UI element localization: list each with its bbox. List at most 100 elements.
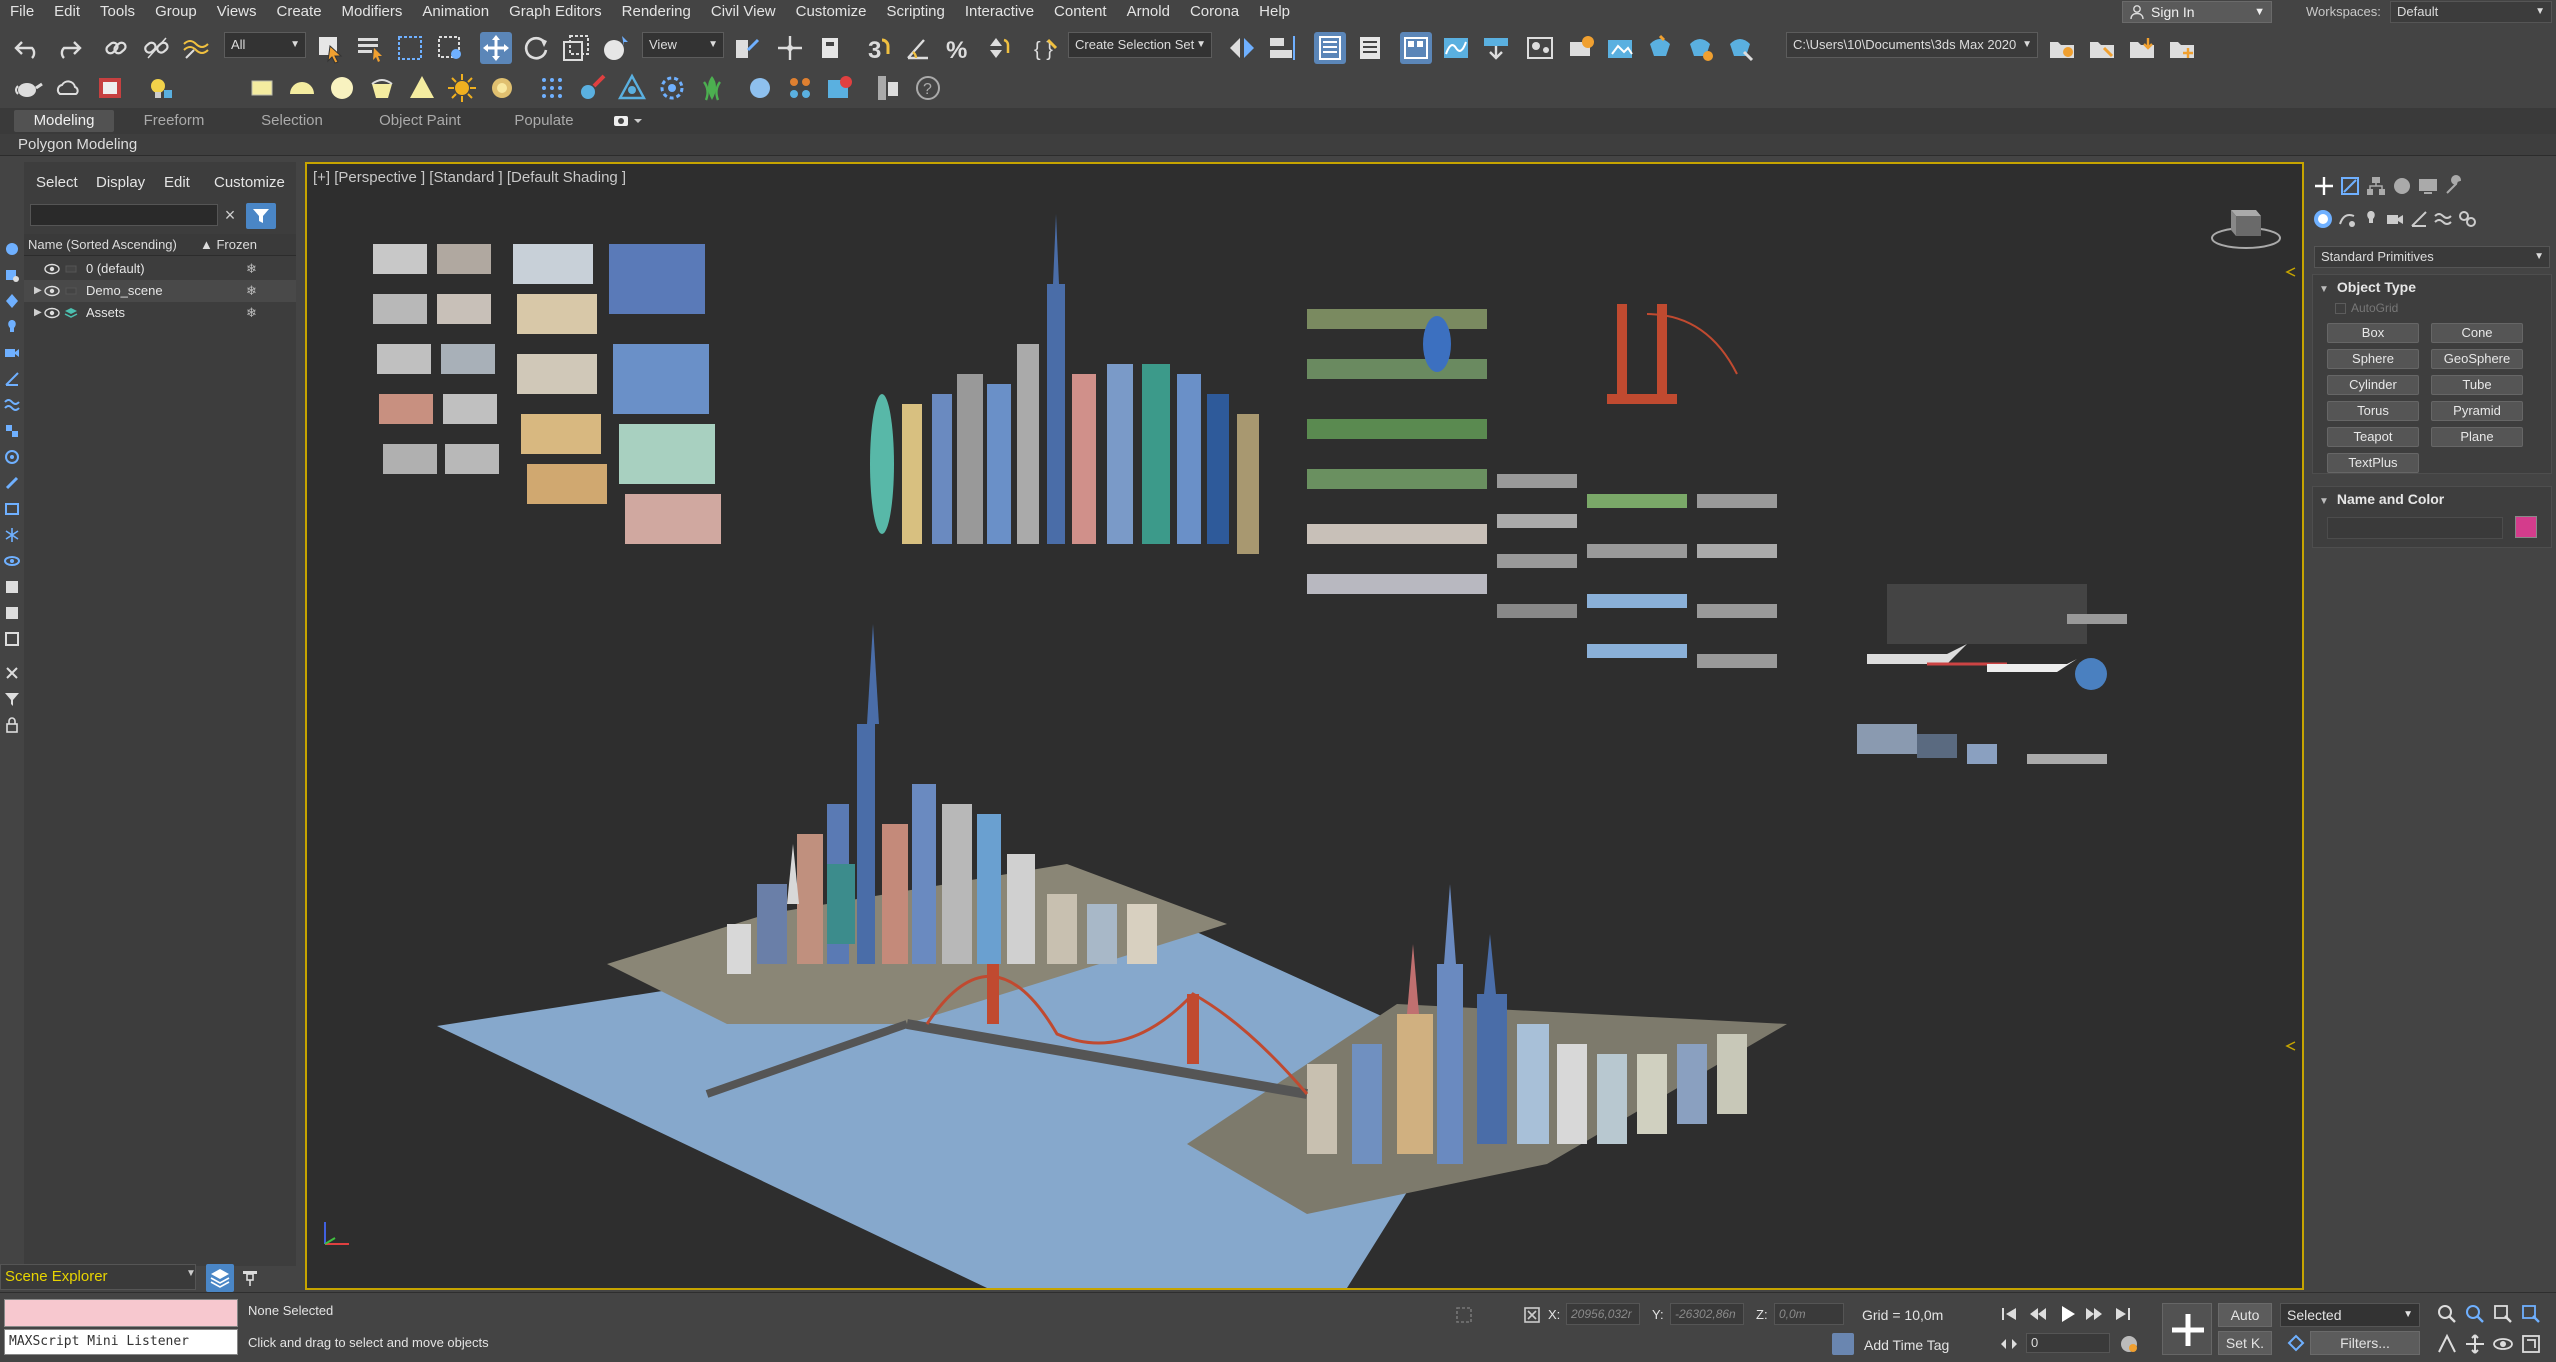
pyramid-button[interactable]: Pyramid bbox=[2431, 401, 2523, 421]
hemisphere-icon[interactable] bbox=[286, 72, 318, 104]
absolute-mode-icon[interactable] bbox=[1522, 1305, 1542, 1325]
corona-camera-icon[interactable] bbox=[616, 72, 648, 104]
workspace-dropdown[interactable]: Default ▼ bbox=[2390, 1, 2552, 23]
explorer-row-demo-scene[interactable]: ▶ Demo_scene ❄ bbox=[24, 280, 296, 302]
menu-views[interactable]: Views bbox=[207, 0, 267, 24]
orbit-icon[interactable] bbox=[2492, 1333, 2514, 1355]
spot-light-icon[interactable] bbox=[406, 72, 438, 104]
menu-edit[interactable]: Edit bbox=[44, 0, 90, 24]
y-coordinate-field[interactable]: -26302,86n bbox=[1670, 1303, 1744, 1325]
display-containers-icon[interactable] bbox=[3, 500, 21, 518]
isolate-selection-icon[interactable] bbox=[1454, 1305, 1474, 1325]
display-groups-icon[interactable] bbox=[3, 422, 21, 440]
menu-rendering[interactable]: Rendering bbox=[612, 0, 701, 24]
teapot-button[interactable]: Teapot bbox=[2327, 427, 2419, 447]
display-xrefs-icon[interactable] bbox=[3, 448, 21, 466]
set-project-folder-icon[interactable] bbox=[2086, 32, 2118, 64]
explorer-row-default-layer[interactable]: 0 (default) ❄ bbox=[24, 258, 296, 280]
display-geometry-icon[interactable] bbox=[3, 266, 21, 284]
auto-key-button[interactable]: Auto bbox=[2218, 1303, 2272, 1327]
explorer-menu-customize[interactable]: Customize bbox=[214, 174, 285, 191]
rendered-frame-window-icon[interactable] bbox=[1604, 32, 1636, 64]
menu-create[interactable]: Create bbox=[267, 0, 332, 24]
go-to-end-icon[interactable] bbox=[2112, 1303, 2134, 1325]
project-folder-icon[interactable] bbox=[2046, 32, 2078, 64]
menu-tools[interactable]: Tools bbox=[90, 0, 145, 24]
reference-coordinate-dropdown[interactable]: View ▼ bbox=[642, 32, 724, 58]
curve-editor-icon[interactable] bbox=[1440, 32, 1472, 64]
bind-space-warp-icon[interactable] bbox=[180, 32, 212, 64]
current-frame-field[interactable]: 0 bbox=[2026, 1333, 2110, 1353]
plane-button[interactable]: Plane bbox=[2431, 427, 2523, 447]
hierarchy-tab-icon[interactable] bbox=[2364, 174, 2388, 198]
rotate-tool-icon[interactable] bbox=[520, 32, 552, 64]
column-frozen[interactable]: ▲ Frozen bbox=[200, 234, 257, 256]
column-name[interactable]: Name (Sorted Ascending) bbox=[28, 234, 177, 256]
geosphere-button[interactable]: GeoSphere bbox=[2431, 349, 2523, 369]
display-lights-icon[interactable] bbox=[3, 318, 21, 336]
textplus-button[interactable]: TextPlus bbox=[2327, 453, 2419, 473]
key-filter-dropdown[interactable]: Selected ▼ bbox=[2280, 1303, 2420, 1327]
display-space-warps-icon[interactable] bbox=[3, 396, 21, 414]
maximize-viewport-icon[interactable] bbox=[2520, 1333, 2542, 1355]
redo-icon[interactable] bbox=[52, 32, 84, 64]
time-tag-icon[interactable] bbox=[1832, 1333, 1854, 1355]
help-icon[interactable]: ? bbox=[912, 72, 944, 104]
tab-freeform[interactable]: Freeform bbox=[126, 110, 222, 132]
display-tab-icon[interactable] bbox=[2416, 174, 2440, 198]
display-shapes-icon[interactable] bbox=[3, 292, 21, 310]
set-key-mode-button[interactable]: Set K. bbox=[2218, 1331, 2272, 1355]
display-hidden-icon[interactable] bbox=[3, 552, 21, 570]
key-filters-button[interactable]: Filters... bbox=[2310, 1331, 2420, 1355]
eye-icon[interactable] bbox=[44, 285, 60, 297]
edit-named-selection-icon[interactable]: { } bbox=[1030, 32, 1062, 64]
sign-in-button[interactable]: Sign In ▼ bbox=[2122, 1, 2272, 23]
name-and-color-header[interactable]: ▼ Name and Color bbox=[2319, 491, 2444, 507]
material-editor-icon[interactable] bbox=[1524, 32, 1556, 64]
scene-explorer-toggle-icon[interactable] bbox=[1314, 32, 1346, 64]
eye-icon[interactable] bbox=[44, 307, 60, 319]
expand-arrow-icon[interactable]: ▶ bbox=[34, 280, 42, 302]
rectangular-selection-icon[interactable] bbox=[394, 32, 426, 64]
mirror-icon[interactable] bbox=[1226, 32, 1258, 64]
snowflake-icon[interactable]: ❄ bbox=[246, 280, 257, 302]
render-setup-icon[interactable] bbox=[1564, 32, 1596, 64]
explorer-search-input[interactable] bbox=[30, 204, 218, 226]
key-filters-icon[interactable] bbox=[2286, 1333, 2306, 1353]
menu-civil-view[interactable]: Civil View bbox=[701, 0, 786, 24]
previous-frame-icon[interactable] bbox=[2026, 1303, 2048, 1325]
sync-selection-icon[interactable] bbox=[3, 664, 21, 682]
autogrid-checkbox[interactable] bbox=[2335, 303, 2346, 314]
sphere-object-icon[interactable] bbox=[326, 72, 358, 104]
tube-button[interactable]: Tube bbox=[2431, 375, 2523, 395]
project-path-dropdown[interactable]: C:\Users\10\Documents\3ds Max 2020 ▼ bbox=[1786, 32, 2038, 58]
display-none-icon[interactable] bbox=[3, 240, 21, 258]
corona-converter-icon[interactable] bbox=[872, 72, 904, 104]
menu-animation[interactable]: Animation bbox=[412, 0, 499, 24]
shapes-icon[interactable] bbox=[2336, 208, 2358, 230]
space-warps-icon[interactable] bbox=[2432, 208, 2454, 230]
snowflake-icon[interactable]: ❄ bbox=[246, 258, 257, 280]
utilities-tab-icon[interactable] bbox=[2442, 174, 2466, 198]
lock-cell-icon[interactable] bbox=[3, 716, 21, 734]
explorer-menu-select[interactable]: Select bbox=[36, 174, 78, 191]
viewcube-icon[interactable] bbox=[2211, 200, 2281, 250]
percent-snap-icon[interactable]: % bbox=[942, 32, 974, 64]
set-key-button[interactable] bbox=[2162, 1303, 2212, 1355]
next-frame-icon[interactable] bbox=[2084, 1303, 2106, 1325]
align-icon[interactable] bbox=[1266, 32, 1298, 64]
menu-scripting[interactable]: Scripting bbox=[876, 0, 954, 24]
light-bulb-icon[interactable] bbox=[144, 72, 176, 104]
tab-modeling[interactable]: Modeling bbox=[14, 110, 114, 132]
open-folder-icon[interactable] bbox=[2126, 32, 2158, 64]
select-place-icon[interactable] bbox=[600, 32, 632, 64]
select-manipulate-icon[interactable] bbox=[774, 32, 806, 64]
new-project-folder-icon[interactable] bbox=[2166, 32, 2198, 64]
systems-icon[interactable] bbox=[2456, 208, 2478, 230]
display-cameras-icon[interactable] bbox=[3, 344, 21, 362]
cylinder-button[interactable]: Cylinder bbox=[2327, 375, 2419, 395]
menu-customize[interactable]: Customize bbox=[786, 0, 877, 24]
display-frozen-icon[interactable] bbox=[3, 526, 21, 544]
menu-group[interactable]: Group bbox=[145, 0, 207, 24]
corona-scatter-icon[interactable] bbox=[656, 72, 688, 104]
